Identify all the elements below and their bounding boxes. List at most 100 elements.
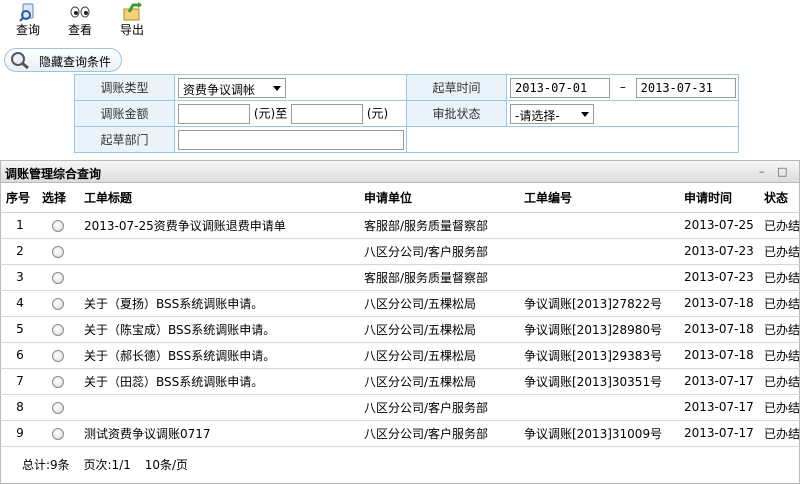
- header-unit: 申请单位: [362, 184, 522, 213]
- row-time: 2013-07-18: [682, 342, 762, 369]
- row-title: 测试资费争议调账0717: [80, 420, 362, 447]
- row-unit: 八区分公司/五棵松局: [362, 316, 522, 343]
- per-page: 10条/页: [144, 458, 189, 472]
- row-status: 已办结: [762, 212, 800, 239]
- panel-header: 调账管理综合查询 – □: [1, 161, 799, 183]
- row-code: 争议调账[2013]31009号: [522, 420, 682, 447]
- approval-select[interactable]: -请选择-: [510, 103, 594, 124]
- date-to-input[interactable]: 2013-07-31: [635, 77, 736, 98]
- select-radio[interactable]: [52, 219, 64, 232]
- row-status: 已办结: [762, 368, 800, 395]
- row-code: 争议调账[2013]27822号: [522, 290, 682, 317]
- amount-min-input[interactable]: [178, 103, 250, 124]
- select-radio[interactable]: [52, 349, 64, 362]
- row-no: 7: [0, 368, 40, 395]
- date-from-input[interactable]: 2013-07-01: [510, 77, 610, 98]
- row-time: 2013-07-17: [682, 420, 762, 447]
- row-title: [80, 394, 362, 421]
- row-status: 已办结: [762, 420, 800, 447]
- minimize-button[interactable]: –: [759, 165, 765, 178]
- row-status: 已办结: [762, 316, 800, 343]
- table-row[interactable]: 8 八区分公司/客户服务部 2013-07-17 已办结: [0, 394, 800, 421]
- table-row[interactable]: 7 关于（田蕊）BSS系统调账申请。 八区分公司/五棵松局 争议调账[2013]303…: [0, 368, 800, 395]
- row-no: 6: [0, 342, 40, 369]
- table-row[interactable]: 6 关于（郝长德）BSS系统调账申请。 八区分公司/五棵松局 争议调账[2013]29…: [0, 342, 800, 369]
- row-unit: 八区分公司/五棵松局: [362, 368, 522, 395]
- select-radio[interactable]: [52, 245, 64, 258]
- row-unit: 客服部/服务质量督察部: [362, 212, 522, 239]
- header-code: 工单编号: [522, 184, 682, 213]
- table-row[interactable]: 5 关于（陈宝成）BSS系统调账申请。 八区分公司/五棵松局 争议调账[2013]28…: [0, 316, 800, 343]
- row-time: 2013-07-17: [682, 394, 762, 421]
- hide-query-toggle[interactable]: 隐藏查询条件: [4, 48, 122, 72]
- type-select[interactable]: 资费争议调帐: [178, 77, 286, 98]
- select-radio[interactable]: [52, 401, 64, 414]
- row-time: 2013-07-25: [682, 212, 762, 239]
- row-no: 2: [0, 238, 40, 265]
- row-title: 关于（田蕊）BSS系统调账申请。: [80, 368, 362, 395]
- row-unit: 客服部/服务质量督察部: [362, 264, 522, 291]
- magnifier-icon: [7, 50, 33, 73]
- yuan-text: (元): [366, 106, 389, 120]
- row-time: 2013-07-18: [682, 290, 762, 317]
- select-radio[interactable]: [52, 297, 64, 310]
- row-select: [40, 238, 80, 265]
- table-row[interactable]: 4 关于（夏扬）BSS系统调账申请。 八区分公司/五棵松局 争议调账[2013]278…: [0, 290, 800, 317]
- row-no: 1: [0, 212, 40, 239]
- total-count: 总计:9条: [22, 458, 70, 472]
- amount-max-input[interactable]: [291, 103, 364, 124]
- row-title: 关于（夏扬）BSS系统调账申请。: [80, 290, 362, 317]
- row-unit: 八区分公司/五棵松局: [362, 290, 522, 317]
- header-title: 工单标题: [80, 184, 362, 213]
- row-status: 已办结: [762, 394, 800, 421]
- table-row[interactable]: 9 测试资费争议调账0717 八区分公司/客户服务部 争议调账[2013]31009号…: [0, 420, 800, 447]
- header-time: 申请时间: [682, 184, 762, 213]
- select-radio[interactable]: [52, 271, 64, 284]
- row-code: [522, 264, 682, 291]
- row-code: [522, 238, 682, 265]
- row-title: 关于（陈宝成）BSS系统调账申请。: [80, 316, 362, 343]
- approval-label: 审批状态: [406, 100, 507, 127]
- dept-label: 起草部门: [74, 126, 175, 153]
- date-separator: –: [619, 80, 626, 94]
- row-time: 2013-07-17: [682, 368, 762, 395]
- row-code: 争议调账[2013]30351号: [522, 368, 682, 395]
- panel-title: 调账管理综合查询: [5, 167, 102, 181]
- view-button[interactable]: 查看: [60, 2, 100, 38]
- row-unit: 八区分公司/客户服务部: [362, 394, 522, 421]
- query-button[interactable]: 查询: [8, 2, 48, 38]
- page-info: 页次:1/1: [83, 458, 131, 472]
- export-icon: [112, 2, 152, 22]
- row-no: 5: [0, 316, 40, 343]
- export-button[interactable]: 导出: [112, 2, 152, 38]
- select-radio[interactable]: [52, 323, 64, 336]
- row-time: 2013-07-18: [682, 316, 762, 343]
- query-icon: [8, 2, 48, 22]
- row-title: 关于（郝长德）BSS系统调账申请。: [80, 342, 362, 369]
- row-no: 9: [0, 420, 40, 447]
- row-time: 2013-07-23: [682, 238, 762, 265]
- row-title: [80, 264, 362, 291]
- row-status: 已办结: [762, 238, 800, 265]
- dept-input[interactable]: [178, 129, 404, 150]
- chevron-down-icon: [581, 111, 589, 117]
- row-title: 2013-07-25资费争议调账退费申请单: [80, 212, 362, 239]
- row-code: [522, 394, 682, 421]
- row-select: [40, 420, 80, 447]
- type-label: 调账类型: [74, 74, 175, 101]
- row-title: [80, 238, 362, 265]
- table-row[interactable]: 1 2013-07-25资费争议调账退费申请单 客服部/服务质量督察部 2013-07…: [0, 212, 800, 239]
- select-radio[interactable]: [52, 427, 64, 440]
- row-code: 争议调账[2013]28980号: [522, 316, 682, 343]
- maximize-button[interactable]: □: [777, 165, 787, 178]
- amount-label: 调账金额: [74, 100, 175, 127]
- select-radio[interactable]: [52, 375, 64, 388]
- table-row[interactable]: 3 客服部/服务质量督察部 2013-07-23 已办结: [0, 264, 800, 291]
- row-unit: 八区分公司/客户服务部: [362, 238, 522, 265]
- query-form: 调账类型 资费争议调帐 起草时间 2013-07-01 – 2013-07-31…: [74, 74, 739, 153]
- pagination-info: 总计:9条 页次:1/1 10条/页: [22, 456, 198, 473]
- table-row[interactable]: 2 八区分公司/客户服务部 2013-07-23 已办结: [0, 238, 800, 265]
- row-no: 4: [0, 290, 40, 317]
- result-table: 序号 选择 工单标题 申请单位 工单编号 申请时间 状态 1 2013-07-25…: [0, 184, 800, 447]
- chevron-down-icon: [273, 85, 281, 91]
